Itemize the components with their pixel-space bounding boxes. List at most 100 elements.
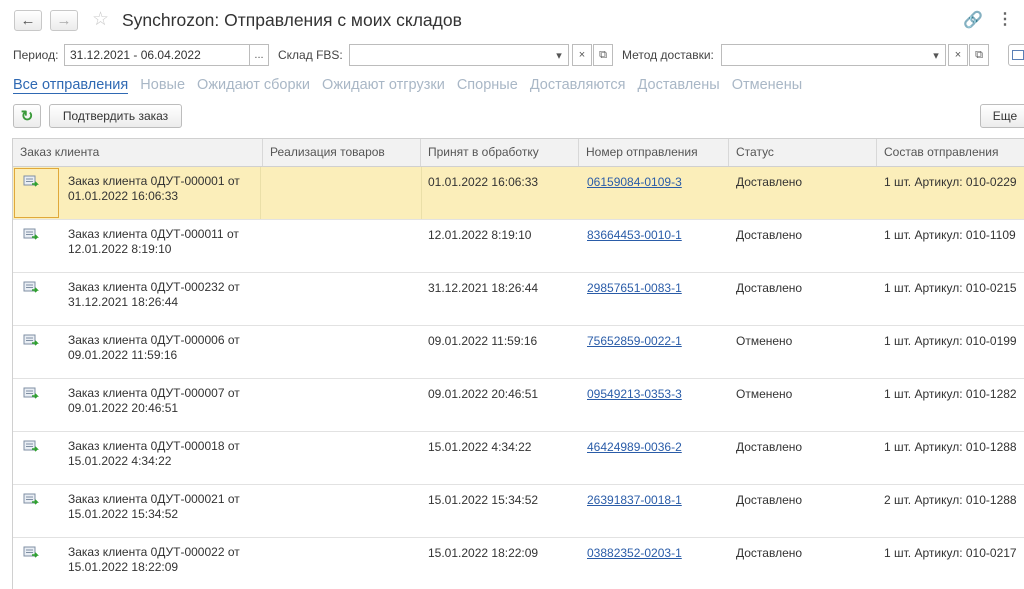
order-cell[interactable]: Заказ клиента 0ДУТ-000232 от 31.12.2021 1… [68, 280, 240, 310]
more-menu-icon[interactable]: ⋮ [997, 9, 1013, 29]
column-realization[interactable]: Реализация товаров [263, 139, 421, 166]
order-cell[interactable]: Заказ клиента 0ДУТ-000018 от 15.01.2022 4… [68, 439, 240, 469]
forward-button[interactable]: → [50, 10, 78, 31]
status-cell: Доставлено [736, 440, 803, 454]
open-form-icon: ⧉ [599, 48, 607, 61]
tab-delivered[interactable]: Доставлены [638, 77, 720, 93]
tab-all-shipments[interactable]: Все отправления [13, 77, 129, 94]
open-form-icon: ⧉ [975, 48, 983, 61]
order-cell[interactable]: Заказ клиента 0ДУТ-000001 от 01.01.2022 1… [68, 174, 240, 204]
document-posted-icon [23, 175, 39, 194]
period-input[interactable]: 31.12.2021 - 06.04.2022 [64, 44, 250, 66]
status-cell: Отменено [736, 387, 793, 401]
shipment-number-link[interactable]: 46424989-0036-2 [587, 440, 682, 454]
accepted-cell: 09.01.2022 20:46:51 [428, 387, 539, 401]
column-order[interactable]: Заказ клиента [13, 139, 263, 166]
order-cell[interactable]: Заказ клиента 0ДУТ-000006 от 09.01.2022 1… [68, 333, 240, 363]
order-line-1: Заказ клиента 0ДУТ-000006 от [68, 333, 240, 347]
status-cell: Доставлено [736, 175, 803, 189]
order-line-2: 15.01.2022 15:34:52 [68, 507, 179, 521]
delivery-clear-button[interactable]: × [948, 44, 968, 66]
warehouse-clear-button[interactable]: × [572, 44, 592, 66]
column-accepted[interactable]: Принят в обработку [421, 139, 579, 166]
refresh-button[interactable]: ↻ [13, 104, 41, 128]
shipment-number-link[interactable]: 09549213-0353-3 [587, 387, 682, 401]
table-row[interactable]: Заказ клиента 0ДУТ-000022 от 15.01.2022 1… [13, 538, 1024, 589]
more-button[interactable]: Еще [980, 104, 1024, 128]
composition-cell: 1 шт. Артикул: 010-0217 [884, 546, 1017, 560]
order-line-1: Заказ клиента 0ДУТ-000007 от [68, 386, 240, 400]
title-bar: ← → ☆ Synchrozon: Отправления с моих скл… [0, 0, 1024, 40]
accepted-cell: 15.01.2022 15:34:52 [428, 493, 539, 507]
accepted-cell: 15.01.2022 18:22:09 [428, 546, 539, 560]
order-line-1: Заказ клиента 0ДУТ-000001 от [68, 174, 240, 188]
refresh-icon: ↻ [20, 108, 34, 125]
tab-in-delivery[interactable]: Доставляются [530, 77, 626, 93]
order-cell[interactable]: Заказ клиента 0ДУТ-000011 от 12.01.2022 8… [68, 227, 239, 257]
order-cell[interactable]: Заказ клиента 0ДУТ-000007 от 09.01.2022 2… [68, 386, 240, 416]
clear-icon: × [578, 49, 586, 61]
tab-awaiting-shipment[interactable]: Ожидают отгрузки [322, 77, 445, 93]
table-row[interactable]: Заказ клиента 0ДУТ-000232 от 31.12.2021 1… [13, 273, 1024, 326]
shipment-number-link[interactable]: 26391837-0018-1 [587, 493, 682, 507]
status-cell: Доставлено [736, 281, 803, 295]
warehouse-dropdown-button[interactable]: ▾ [549, 44, 569, 66]
document-posted-icon [23, 281, 39, 300]
screen-icon [1012, 50, 1024, 60]
order-cell[interactable]: Заказ клиента 0ДУТ-000022 от 15.01.2022 1… [68, 545, 240, 575]
link-icon[interactable]: 🔗 [963, 10, 983, 30]
tab-cancelled[interactable]: Отменены [732, 77, 802, 93]
shipment-number-link[interactable]: 75652859-0022-1 [587, 334, 682, 348]
delivery-dropdown-button[interactable]: ▾ [926, 44, 946, 66]
column-shipment-number[interactable]: Номер отправления [579, 139, 729, 166]
tab-new[interactable]: Новые [140, 77, 185, 93]
delivery-method-input[interactable] [721, 44, 946, 66]
order-line-1: Заказ клиента 0ДУТ-000011 от [68, 227, 239, 241]
status-cell: Отменено [736, 334, 793, 348]
accepted-cell: 12.01.2022 8:19:10 [428, 228, 532, 242]
shipments-table: Заказ клиента Реализация товаров Принят … [12, 138, 1024, 589]
warehouse-open-button[interactable]: ⧉ [593, 44, 613, 66]
order-line-1: Заказ клиента 0ДУТ-000232 от [68, 280, 240, 294]
clear-icon: × [954, 49, 962, 61]
order-line-1: Заказ клиента 0ДУТ-000018 от [68, 439, 240, 453]
back-button[interactable]: ← [14, 10, 42, 31]
shipment-number-link[interactable]: 29857651-0083-1 [587, 281, 682, 295]
order-line-2: 09.01.2022 11:59:16 [68, 348, 178, 362]
accepted-cell: 09.01.2022 11:59:16 [428, 334, 538, 348]
arrow-left-icon: ← [20, 12, 36, 29]
document-posted-icon [23, 493, 39, 512]
composition-cell: 1 шт. Артикул: 010-0199 [884, 334, 1017, 348]
table-header: Заказ клиента Реализация товаров Принят … [13, 139, 1024, 167]
delivery-open-button[interactable]: ⧉ [969, 44, 989, 66]
warehouse-input[interactable] [349, 44, 569, 66]
table-row[interactable]: Заказ клиента 0ДУТ-000011 от 12.01.2022 8… [13, 220, 1024, 273]
star-icon[interactable]: ☆ [92, 8, 109, 31]
document-posted-icon [23, 387, 39, 406]
realization-cell[interactable] [260, 167, 422, 219]
document-posted-icon [23, 546, 39, 565]
table-row[interactable]: Заказ клиента 0ДУТ-000007 от 09.01.2022 2… [13, 379, 1024, 432]
order-line-2: 01.01.2022 16:06:33 [68, 189, 179, 203]
shipment-number-link[interactable]: 06159084-0109-3 [587, 175, 682, 189]
chevron-down-icon: ▾ [933, 49, 939, 62]
table-row[interactable]: Заказ клиента 0ДУТ-000021 от 15.01.2022 1… [13, 485, 1024, 538]
shipment-number-link[interactable]: 03882352-0203-1 [587, 546, 682, 560]
extra-settings-button[interactable] [1008, 44, 1024, 66]
confirm-order-button[interactable]: Подтвердить заказ [49, 104, 182, 128]
tab-disputed[interactable]: Спорные [457, 77, 518, 93]
column-status[interactable]: Статус [729, 139, 877, 166]
order-line-2: 15.01.2022 4:34:22 [68, 454, 172, 468]
shipment-number-link[interactable]: 83664453-0010-1 [587, 228, 682, 242]
accepted-cell: 15.01.2022 4:34:22 [428, 440, 532, 454]
order-cell[interactable]: Заказ клиента 0ДУТ-000021 от 15.01.2022 1… [68, 492, 240, 522]
column-composition[interactable]: Состав отправления [877, 139, 1024, 166]
period-label: Период: [13, 48, 59, 62]
table-row[interactable]: Заказ клиента 0ДУТ-000018 от 15.01.2022 4… [13, 432, 1024, 485]
tab-awaiting-assembly[interactable]: Ожидают сборки [197, 77, 310, 93]
delivery-method-label: Метод доставки: [622, 48, 714, 62]
table-row[interactable]: Заказ клиента 0ДУТ-000006 от 09.01.2022 1… [13, 326, 1024, 379]
table-row[interactable]: Заказ клиента 0ДУТ-000001 от 01.01.2022 1… [13, 167, 1024, 220]
order-line-2: 15.01.2022 18:22:09 [68, 560, 179, 574]
period-picker-button[interactable]: ... [249, 44, 269, 66]
